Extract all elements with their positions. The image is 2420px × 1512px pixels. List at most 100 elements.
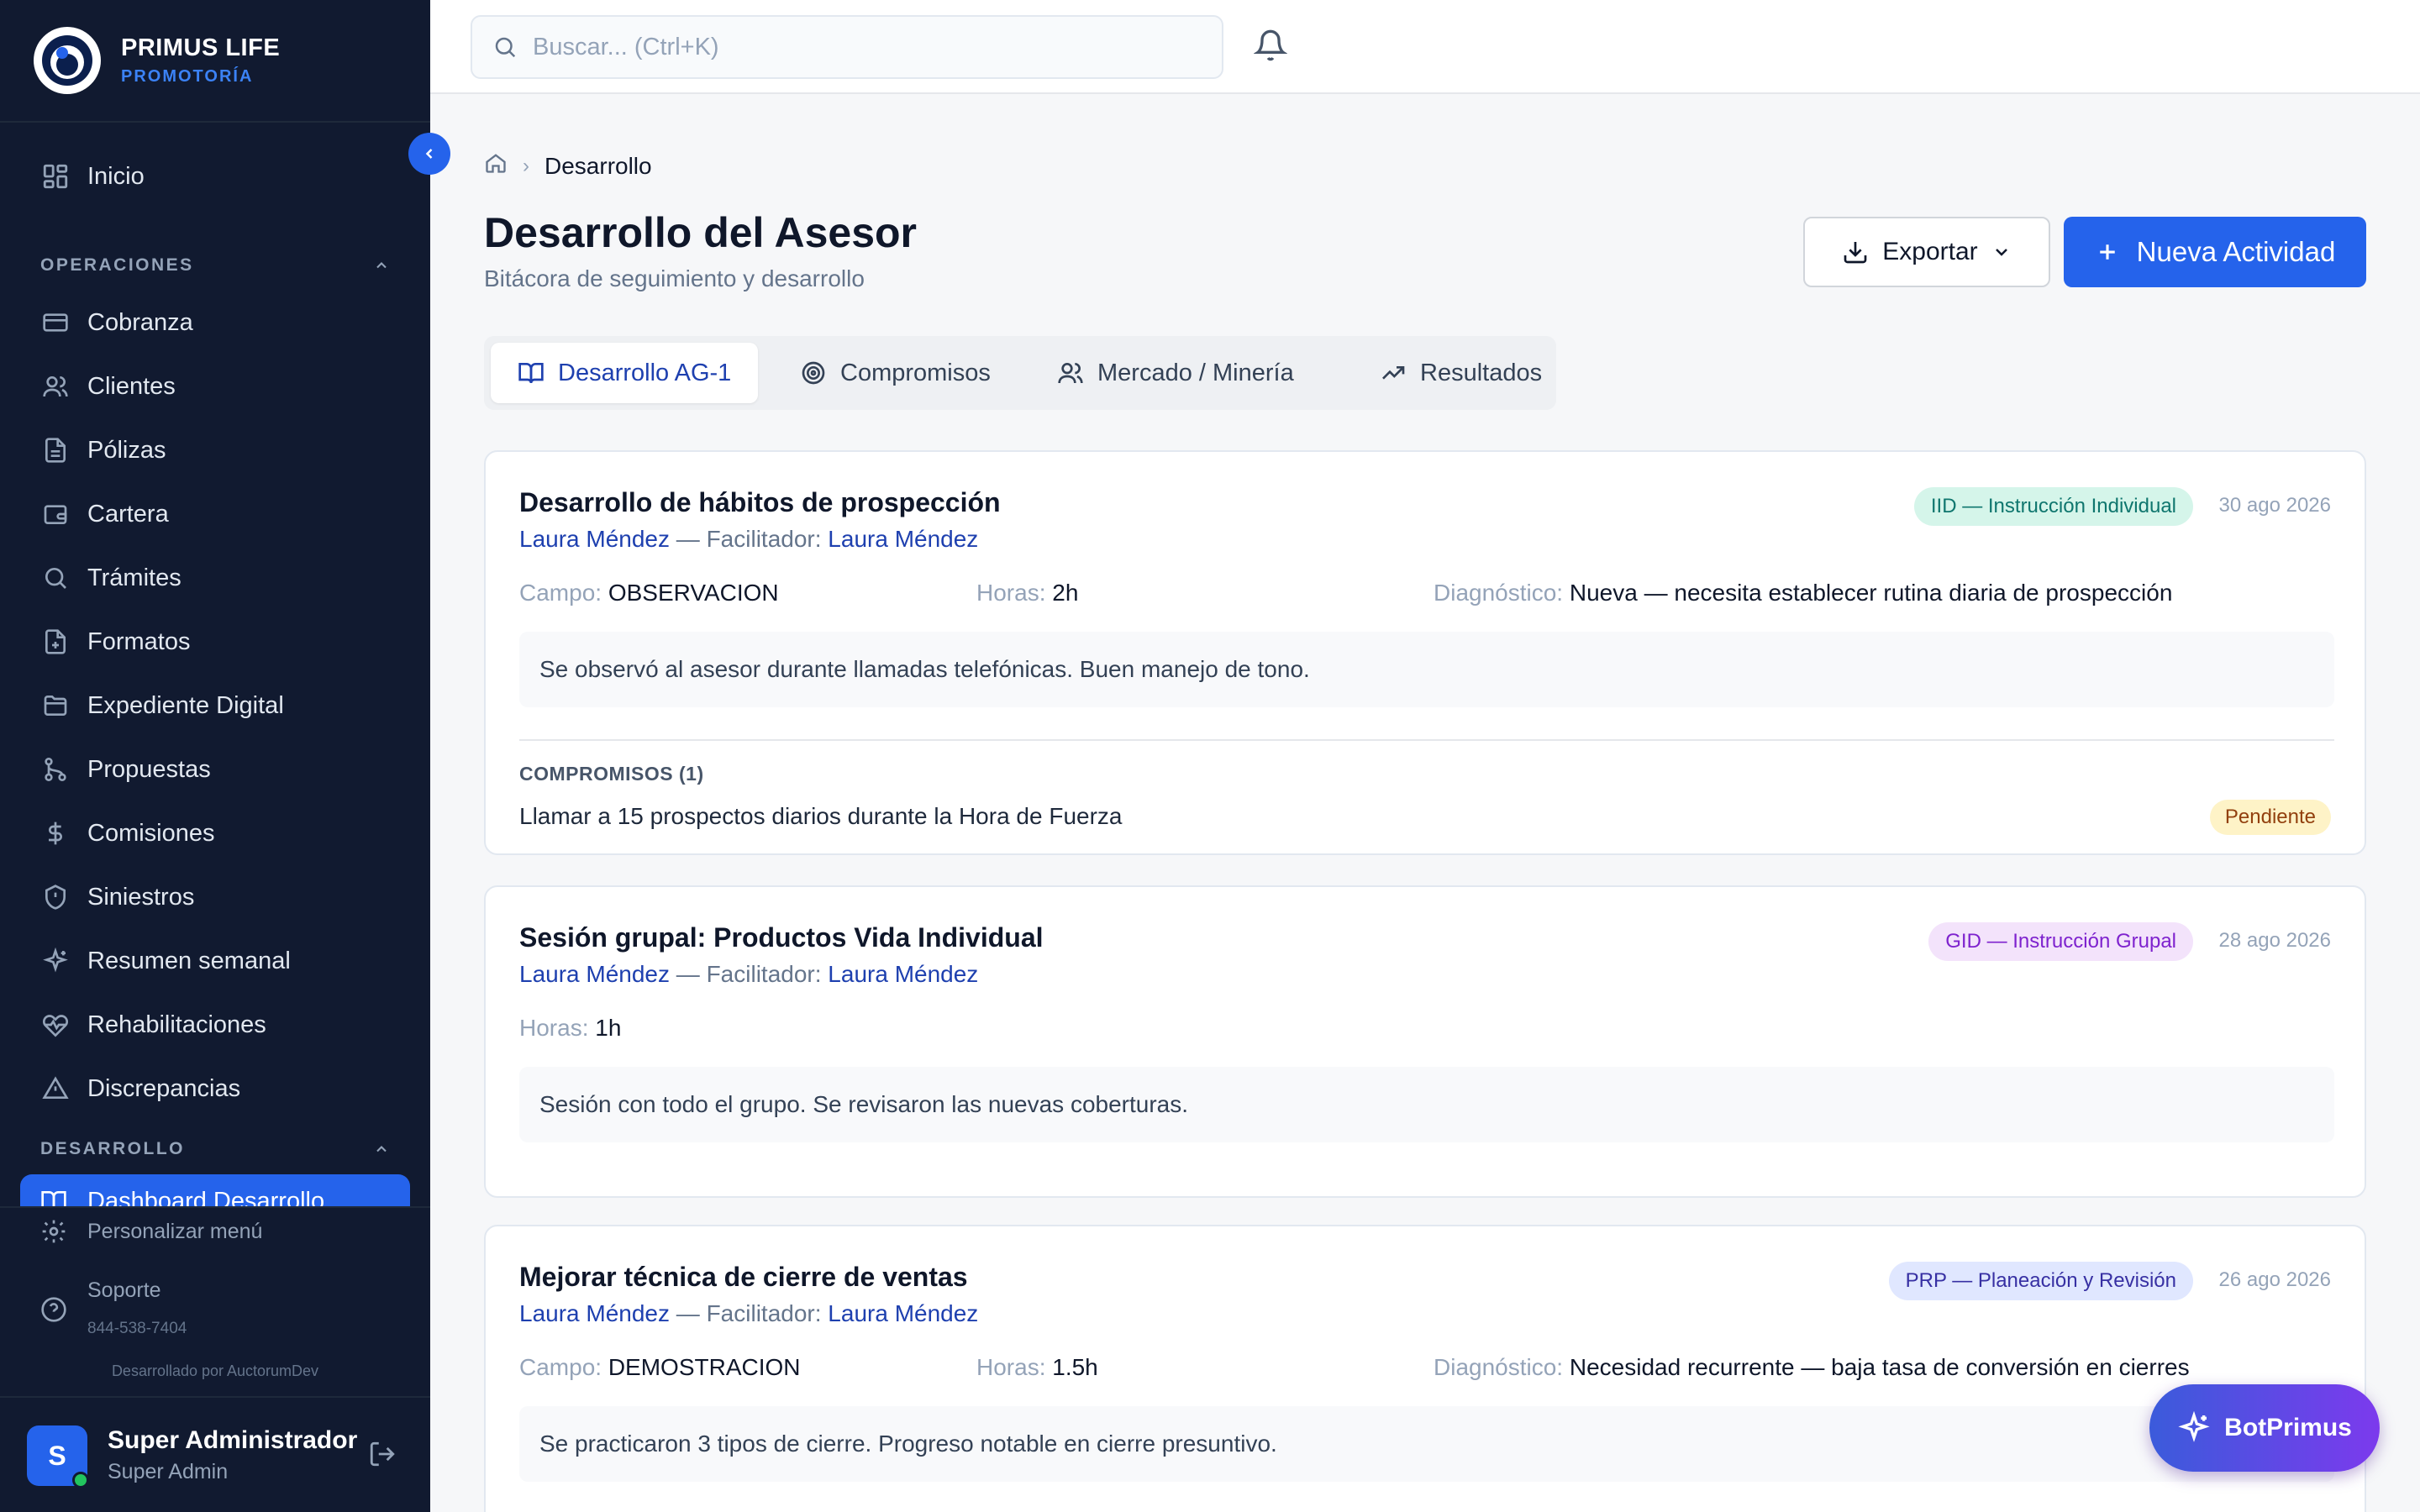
users-icon <box>1058 363 1083 384</box>
dollar-icon <box>40 818 71 848</box>
sidebar-item-tramites[interactable]: Trámites <box>20 549 410 606</box>
target-icon <box>802 361 825 385</box>
user-profile[interactable]: S Super Administrador Super Admin <box>0 1396 430 1512</box>
warning-icon <box>40 1074 71 1104</box>
sidebar-item-dashboard-desarrollo[interactable]: Dashboard Desarrollo <box>20 1174 410 1208</box>
sidebar-item-cartera[interactable]: Cartera <box>20 486 410 543</box>
wallet-icon <box>40 499 71 529</box>
advisor-link[interactable]: Laura Méndez <box>519 526 670 552</box>
tab-resultados[interactable]: Resultados <box>1353 343 1569 403</box>
facilitator-link[interactable]: Laura Méndez <box>828 961 978 987</box>
logo <box>34 27 101 94</box>
botprimus-chat-button[interactable]: BotPrimus <box>2149 1384 2380 1472</box>
export-button[interactable]: Exportar <box>1803 217 2050 287</box>
meta-value: 1.5h <box>1052 1354 1098 1380</box>
activity-card[interactable]: Desarrollo de hábitos de prospección Lau… <box>484 450 2366 855</box>
sidebar-item-label: Cartera <box>87 500 169 528</box>
sidebar-item-resumen-semanal[interactable]: Resumen semanal <box>20 932 410 990</box>
tab-label: Resultados <box>1420 359 1543 386</box>
activity-people: Laura Méndez — Facilitador: Laura Méndez <box>519 961 978 988</box>
sidebar-item-polizas[interactable]: Pólizas <box>20 422 410 479</box>
sidebar-item-label: Rehabilitaciones <box>87 1011 266 1038</box>
meta-horas: Horas: 2h <box>976 580 1078 606</box>
meta-value: OBSERVACION <box>608 580 779 606</box>
notifications-button[interactable] <box>1253 29 1288 66</box>
facilitator-link[interactable]: Laura Méndez <box>828 1300 978 1326</box>
breadcrumb-separator: › <box>523 154 529 177</box>
search-input[interactable] <box>533 33 1171 61</box>
support-phone: 844-538-7404 <box>87 1320 187 1337</box>
activity-note: Se practicaron 3 tipos de cierre. Progre… <box>519 1406 2334 1482</box>
support-label: Soporte <box>87 1278 161 1302</box>
facilitator-label: — Facilitador: <box>676 1300 822 1326</box>
advisor-link[interactable]: Laura Méndez <box>519 961 670 987</box>
folder-icon <box>40 690 71 721</box>
tab-compromisos[interactable]: Compromisos <box>773 343 1018 403</box>
activity-title: Mejorar técnica de cierre de ventas <box>519 1262 968 1292</box>
meta-label: Diagnóstico: <box>1434 1354 1564 1380</box>
meta-label: Horas: <box>519 1015 589 1041</box>
sidebar-item-rehabilitaciones[interactable]: Rehabilitaciones <box>20 996 410 1053</box>
activity-title: Desarrollo de hábitos de prospección <box>519 487 1001 517</box>
search-box[interactable] <box>471 15 1223 79</box>
book-open-icon <box>518 363 544 384</box>
advisor-link[interactable]: Laura Méndez <box>519 1300 670 1326</box>
tab-label: Desarrollo AG-1 <box>558 359 732 386</box>
customize-menu-label: Personalizar menú <box>87 1219 263 1243</box>
bell-icon <box>1253 29 1288 61</box>
activity-date: 30 ago 2026 <box>2218 494 2331 517</box>
section-desarrollo[interactable]: DESARROLLO <box>40 1139 390 1159</box>
sidebar-item-label: Clientes <box>87 372 176 400</box>
sidebar-item-cobranza[interactable]: Cobranza <box>20 294 410 351</box>
status-badge: Pendiente <box>2209 800 2331 835</box>
section-label: DESARROLLO <box>40 1139 185 1158</box>
meta-label: Campo: <box>519 1354 602 1380</box>
sidebar-item-propuestas[interactable]: Propuestas <box>20 741 410 798</box>
developer-credit: Desarrollado por AuctorumDev <box>111 1362 319 1379</box>
meta-value: Nueva — necesita establecer rutina diari… <box>1569 580 2173 606</box>
customize-menu-link[interactable]: Personalizar menú <box>40 1218 262 1245</box>
brand-subtitle: PROMOTORÍA <box>121 67 254 86</box>
main-content: › Desarrollo Desarrollo del Asesor Bitác… <box>430 94 2420 1512</box>
facilitator-label: — Facilitador: <box>676 961 822 987</box>
meta-diagnostico: Diagnóstico: Nueva — necesita establecer… <box>1434 580 2172 606</box>
sidebar-item-clientes[interactable]: Clientes <box>20 358 410 415</box>
sidebar-item-label: Cobranza <box>87 308 193 336</box>
home-icon[interactable] <box>484 151 508 181</box>
chevron-up-icon <box>376 262 387 269</box>
new-activity-label: Nueva Actividad <box>2136 236 2336 267</box>
sidebar-item-label: Siniestros <box>87 883 195 911</box>
facilitator-link[interactable]: Laura Méndez <box>828 526 978 552</box>
logout-button[interactable] <box>368 1440 397 1473</box>
file-plus-icon <box>40 627 71 657</box>
online-status-dot <box>72 1472 89 1488</box>
activity-type-badge: IID — Instrucción Individual <box>1913 487 2193 526</box>
new-activity-button[interactable]: Nueva Actividad <box>2064 217 2366 287</box>
tab-mercado-mineria[interactable]: Mercado / Minería <box>1030 343 1321 403</box>
activity-card[interactable]: Mejorar técnica de cierre de ventas Laur… <box>484 1225 2366 1512</box>
section-operaciones[interactable]: OPERACIONES <box>40 255 390 276</box>
activity-card[interactable]: Sesión grupal: Productos Vida Individual… <box>484 885 2366 1198</box>
search-icon <box>495 37 516 58</box>
search-icon <box>40 563 71 593</box>
sidebar-item-inicio[interactable]: Inicio <box>20 148 410 205</box>
sidebar-item-discrepancias[interactable]: Discrepancias <box>20 1060 410 1117</box>
meta-campo: Campo: DEMOSTRACION <box>519 1354 801 1381</box>
meta-campo: Campo: OBSERVACION <box>519 580 779 606</box>
sidebar-item-comisiones[interactable]: Comisiones <box>20 805 410 862</box>
help-circle-icon <box>41 1297 66 1322</box>
sidebar-item-siniestros[interactable]: Siniestros <box>20 869 410 926</box>
sidebar-item-expediente-digital[interactable]: Expediente Digital <box>20 677 410 734</box>
sidebar: PRIMUS LIFE PROMOTORÍA Inicio OPERACIONE… <box>0 0 430 1512</box>
activity-note: Se observó al asesor durante llamadas te… <box>519 632 2334 707</box>
sidebar-item-label: Discrepancias <box>87 1074 241 1102</box>
collapse-sidebar-button[interactable] <box>408 133 450 175</box>
brand[interactable]: PRIMUS LIFE PROMOTORÍA <box>0 0 430 123</box>
sidebar-item-label: Inicio <box>87 162 145 190</box>
chevron-up-icon <box>376 1146 387 1152</box>
tab-desarrollo-ag1[interactable]: Desarrollo AG-1 <box>491 343 759 403</box>
activity-type-badge: PRP — Planeación y Revisión <box>1888 1262 2193 1300</box>
gear-icon <box>42 1220 66 1243</box>
meta-label: Horas: <box>976 580 1046 606</box>
sidebar-item-formatos[interactable]: Formatos <box>20 613 410 670</box>
